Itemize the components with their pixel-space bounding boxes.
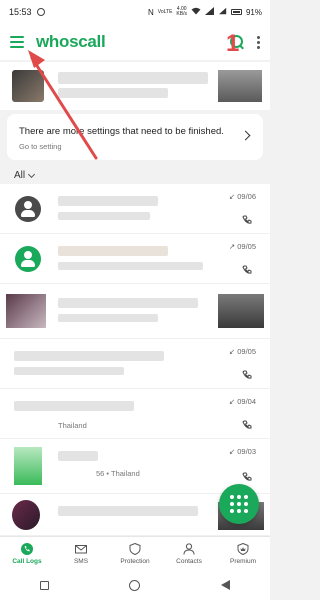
system-navigation-bar — [0, 570, 270, 600]
app-logo: whoscall — [36, 32, 106, 51]
blurred-text — [58, 88, 168, 98]
battery-level: 91% — [245, 7, 262, 17]
call-date: ↗ 09/05 — [228, 242, 256, 251]
status-left: 15:53 — [9, 7, 45, 17]
call-date: ↙ 09/03 — [228, 447, 256, 456]
phone-circle-icon — [21, 542, 33, 555]
blurred-text — [58, 314, 158, 322]
signal-icon — [204, 7, 215, 17]
blurred-list-item[interactable] — [0, 284, 270, 339]
settings-card-title: There are more settings that need to be … — [19, 126, 224, 137]
signal-icon-2 — [218, 7, 227, 17]
blurred-text — [58, 506, 198, 516]
blurred-name — [58, 451, 98, 461]
call-filter-dropdown[interactable]: All — [14, 170, 36, 181]
blurred-thumbnail — [6, 294, 46, 328]
blurred-name — [58, 246, 168, 256]
blurred-name — [58, 196, 158, 206]
blurred-thumbnail — [12, 500, 40, 530]
call-phone-icon[interactable] — [242, 367, 252, 379]
call-location: Thailand — [58, 421, 87, 430]
nav-sms[interactable]: SMS — [54, 537, 108, 570]
home-icon[interactable] — [129, 579, 141, 591]
shield-icon — [129, 542, 141, 555]
back-icon[interactable] — [220, 580, 230, 590]
net-speed-unit: KB/s — [176, 11, 187, 17]
blurred-thumbnail — [218, 294, 264, 328]
wifi-icon — [191, 7, 201, 17]
call-phone-icon[interactable] — [242, 262, 252, 274]
blurred-text — [58, 298, 198, 308]
blurred-thumbnail — [14, 447, 42, 485]
nav-label: Premium — [229, 557, 256, 565]
nav-contacts[interactable]: Contacts — [162, 537, 216, 570]
call-log-row[interactable]: ↗ 09/05 — [0, 234, 270, 284]
blurred-number — [58, 262, 203, 270]
premium-shield-icon — [237, 542, 249, 555]
nav-label: Call Logs — [12, 557, 42, 565]
battery-icon — [230, 9, 242, 15]
more-options-icon[interactable] — [256, 35, 260, 49]
dialpad-button[interactable] — [219, 484, 259, 524]
call-phone-icon[interactable] — [242, 469, 252, 481]
settings-reminder-card[interactable]: There are more settings that need to be … — [7, 114, 263, 160]
blurred-number — [14, 367, 124, 375]
call-log-row[interactable]: ↙ 09/06 — [0, 184, 270, 234]
chevron-down-icon — [28, 170, 36, 178]
nav-label: Protection — [120, 557, 150, 565]
notification-icon — [36, 8, 45, 16]
nav-label: Contacts — [176, 557, 202, 565]
nfc-icon: N — [148, 7, 154, 17]
call-log-row[interactable]: Thailand ↙ 09/04 — [0, 389, 270, 439]
nav-protection[interactable]: Protection — [108, 537, 162, 570]
call-log-row[interactable]: ↙ 09/05 — [0, 339, 270, 389]
blurred-top-item[interactable] — [0, 62, 270, 110]
call-date: ↙ 09/05 — [228, 347, 256, 356]
call-date: ↙ 09/04 — [228, 397, 256, 406]
person-icon — [183, 542, 195, 555]
nav-premium[interactable]: Premium — [216, 537, 270, 570]
call-date: ↙ 09/06 — [228, 192, 256, 201]
bottom-navigation: Call Logs SMS Protection Contacts Premiu… — [0, 536, 270, 570]
contact-avatar-icon — [15, 196, 41, 222]
contact-avatar-icon — [15, 246, 41, 272]
call-phone-icon[interactable] — [242, 212, 252, 224]
blurred-thumbnail — [12, 70, 44, 102]
status-time: 15:53 — [9, 7, 32, 17]
recent-apps-icon[interactable] — [40, 580, 50, 590]
blurred-name — [14, 401, 134, 411]
call-location: 56 • Thailand — [96, 469, 140, 478]
blurred-thumbnail — [218, 70, 262, 102]
call-phone-icon[interactable] — [242, 417, 252, 429]
status-right: N VoLTE 4.00 KB/s 91% — [148, 7, 262, 17]
menu-icon[interactable] — [10, 36, 24, 48]
go-to-setting-link[interactable]: Go to setting — [19, 142, 251, 151]
nav-label: SMS — [73, 557, 89, 565]
annotation-number: 1 — [226, 30, 240, 57]
blurred-number — [58, 212, 150, 220]
envelope-icon — [75, 543, 87, 555]
call-log-list: ↙ 09/06 ↗ 09/05 ↙ 09/05 Thailand ↙ 09/04… — [0, 184, 270, 536]
blurred-text — [58, 72, 208, 84]
filter-label: All — [14, 170, 26, 181]
blurred-name — [14, 351, 164, 361]
nav-call-logs[interactable]: Call Logs — [0, 537, 54, 570]
network-speed: 4.00 KB/s — [176, 7, 187, 17]
status-bar: 15:53 N VoLTE 4.00 KB/s 91% — [0, 0, 270, 24]
net-type: VoLTE — [157, 9, 173, 15]
